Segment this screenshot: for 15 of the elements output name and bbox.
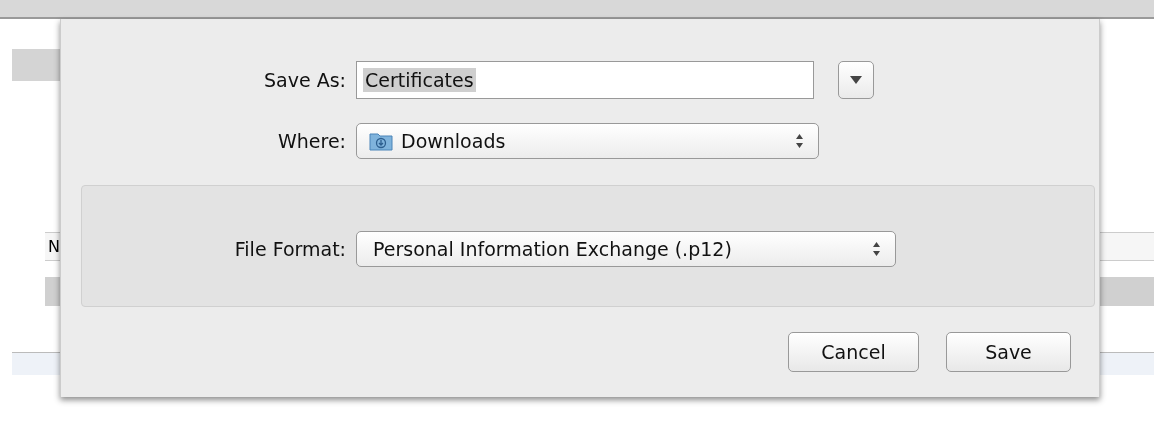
field-label: File Format: bbox=[233, 238, 346, 260]
filename-field[interactable]: Certificates bbox=[356, 61, 814, 99]
folder-icon bbox=[369, 131, 393, 151]
field-label: Save As: bbox=[263, 69, 346, 91]
column-header: N bbox=[48, 237, 60, 256]
stepper-arrows-icon bbox=[795, 133, 804, 149]
format-popup[interactable]: Personal Information Exchange (.p12) bbox=[356, 231, 896, 267]
stepper-arrows-icon bbox=[872, 241, 881, 257]
location-popup[interactable]: Downloads bbox=[356, 123, 819, 159]
triangle-icon bbox=[850, 76, 862, 84]
cancel-button[interactable]: Cancel bbox=[788, 332, 919, 372]
save-button[interactable]: Save bbox=[946, 332, 1071, 372]
field-label: Where: bbox=[277, 130, 346, 152]
expand-button[interactable] bbox=[838, 61, 874, 99]
field-value: Certificates bbox=[363, 68, 476, 92]
